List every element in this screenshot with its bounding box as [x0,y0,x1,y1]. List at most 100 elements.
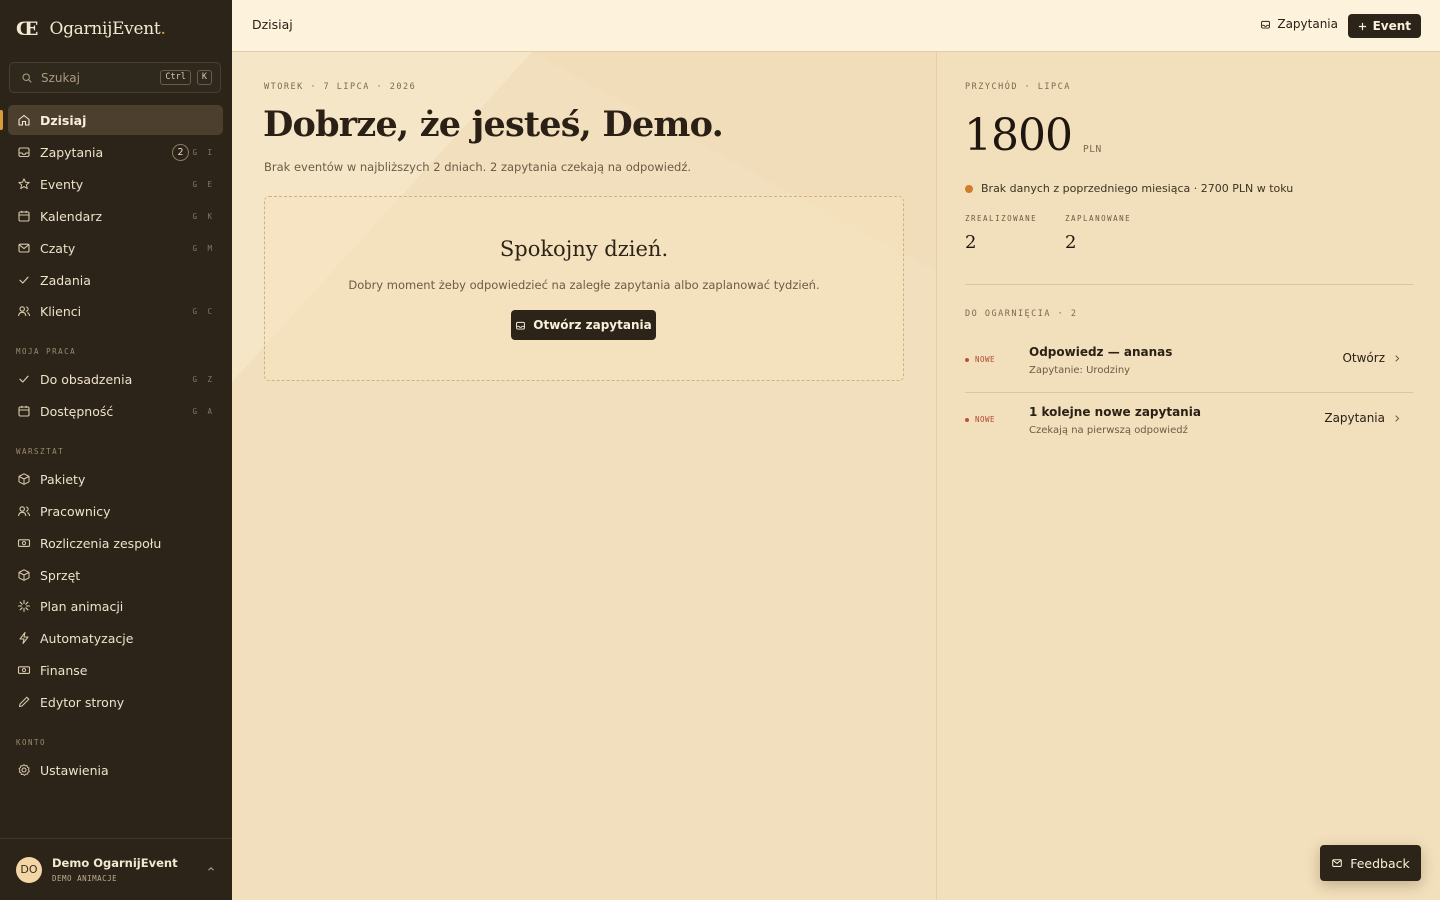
todo-item[interactable]: NOWE Odpowiedz — ananas Zapytanie: Urodz… [965,333,1413,393]
sidebar-item-label: Dostępność [40,403,114,419]
revenue-note: Brak danych z poprzedniego miesiąca · 27… [965,182,1293,195]
brand-name-text: OgarnijEvent [49,19,161,39]
add-event-button[interactable]: Event [1347,14,1421,38]
chevron-right-icon [1395,354,1400,362]
sidebar-item-zapytania[interactable]: Zapytania 2 G I [8,137,223,167]
sidebar-item-label: Automatyzacje [40,630,134,646]
sidebar-item-label: Czaty [40,240,76,256]
badge-dot [965,357,969,362]
shortcut-hint: G M [192,243,215,253]
sidebar-item-label: Dzisiaj [40,112,87,128]
open-inquiries-label: Otwórz zapytania [533,318,652,332]
sidebar-item-label: Eventy [40,176,84,192]
search-icon [22,72,32,83]
revenue-label: PRZYCHÓD · LIPCA [965,82,1071,92]
sidebar-item-ustawienia[interactable]: Ustawienia [8,755,223,785]
open-inquiries-button[interactable]: Otwórz zapytania [511,310,656,340]
sidebar-item-label: Pakiety [40,471,86,487]
feedback-label: Feedback [1350,855,1410,871]
brand-logo[interactable]: Œ OgarnijEvent. [16,18,166,40]
add-event-label: Event [1372,19,1411,33]
sidebar-item-label: Rozliczenia zespołu [40,535,162,551]
top-bar: Dzisiaj Zapytania Event [232,0,1440,52]
user-menu[interactable]: DO Demo OgarnijEvent DEMO ANIMACJE [0,838,232,900]
feedback-button[interactable]: Feedback [1320,845,1421,881]
shortcut-hint: G I [192,147,215,157]
sidebar-item-dostepnosc[interactable]: Dostępność G A [8,396,223,426]
package-icon [18,569,30,581]
active-indicator [0,110,3,130]
search-placeholder: Szukaj [41,70,80,85]
search-input[interactable]: Szukaj Ctrl K [9,62,221,93]
empty-state-text: Dobry moment żeby odpowiedzieć na zaległ… [348,278,820,292]
count-badge: 2 [172,143,189,161]
sidebar-item-rozliczenia-zespolu[interactable]: Rozliczenia zespołu [8,528,223,558]
date-line: WTOREK · 7 LIPCA · 2026 [264,82,417,92]
stat-realized: ZREALIZOWANE 2 [965,214,1037,253]
todo-section-label: DO OGARNIĘCIA · 2 [965,309,1078,319]
sparkle-icon [17,599,31,613]
sidebar-item-do-obsadzenia[interactable]: Do obsadzenia G Z [8,364,223,394]
calendar-icon [18,210,30,222]
user-name: Demo OgarnijEvent [52,856,178,870]
sidebar-item-eventy[interactable]: Eventy G E [8,169,223,199]
todo-title: 1 kolejne nowe zapytania [1029,405,1201,419]
todo-subtitle: Zapytanie: Urodziny [1029,365,1131,376]
sidebar-item-czaty[interactable]: Czaty G M [8,233,223,263]
sidebar-item-klienci[interactable]: Klienci G C [8,296,223,326]
stat-value: 2 [965,232,977,253]
shortcut-hint: G E [192,179,215,189]
banknote-icon [17,666,31,674]
open-button[interactable]: Otwórz [1342,351,1401,365]
section-label-warsztat: WARSZTAT [16,447,65,456]
todo-subtitle: Czekają na pierwszą odpowiedź [1029,425,1188,436]
sidebar-item-edytor-strony[interactable]: Edytor strony [8,687,223,717]
action-label: Otwórz [1342,351,1385,365]
check-icon [19,375,29,383]
calendar-icon [18,405,30,417]
inbox-icon [18,147,30,158]
shortcut-hint: G Z [192,374,215,384]
inbox-icon [516,321,526,330]
home-icon [18,114,30,126]
status-badge: NOWE [965,355,995,364]
sidebar-item-label: Finanse [40,662,88,678]
sidebar-item-kalendarz[interactable]: Kalendarz G K [8,201,223,231]
badge-dot [965,417,969,422]
background-decoration [232,52,936,382]
inbox-icon [1261,20,1271,29]
sidebar-item-label: Kalendarz [40,208,103,224]
sidebar-item-pakiety[interactable]: Pakiety [8,464,223,494]
summary-panel: PRZYCHÓD · LIPCA 1800 PLN Brak danych z … [936,52,1440,900]
check-icon [19,276,29,284]
mail-icon [1332,859,1343,867]
sidebar: Œ OgarnijEvent. Szukaj Ctrl K Dzisiaj Za… [0,0,232,900]
stat-label: ZREALIZOWANE [965,214,1038,223]
sidebar-item-sprzet[interactable]: Sprzęt [8,560,223,590]
package-icon [18,473,30,485]
sidebar-item-label: Zadania [40,272,91,288]
sidebar-item-label: Do obsadzenia [40,371,133,387]
sidebar-item-dzisiaj[interactable]: Dzisiaj [8,105,223,135]
user-info: Demo OgarnijEvent DEMO ANIMACJE [52,856,178,883]
inquiries-button[interactable]: Zapytania [1260,17,1338,31]
badge-label: NOWE [975,415,996,424]
empty-state-card: Spokojny dzień. Dobry moment żeby odpowi… [264,196,904,381]
divider [965,284,1413,285]
sidebar-item-zadania[interactable]: Zadania [8,265,223,295]
sidebar-item-finanse[interactable]: Finanse [8,655,223,685]
todo-item[interactable]: NOWE 1 kolejne nowe zapytania Czekają na… [965,393,1413,453]
sidebar-item-pracownicy[interactable]: Pracownicy [8,496,223,526]
sidebar-item-automatyzacje[interactable]: Automatyzacje [8,623,223,653]
status-dot [965,184,973,193]
stat-label: ZAPLANOWANE [1065,214,1132,223]
shortcut-hint: G A [192,406,215,416]
shortcut-hint: G K [192,211,215,221]
sidebar-item-plan-animacji[interactable]: Plan animacji [8,591,223,621]
users-icon [17,506,31,517]
gear-icon [18,764,30,776]
badge-label: NOWE [975,355,996,364]
page-title: Dzisiaj [252,17,293,32]
inquiries-link-button[interactable]: Zapytania [1324,411,1401,425]
sidebar-item-label: Zapytania [40,144,104,160]
